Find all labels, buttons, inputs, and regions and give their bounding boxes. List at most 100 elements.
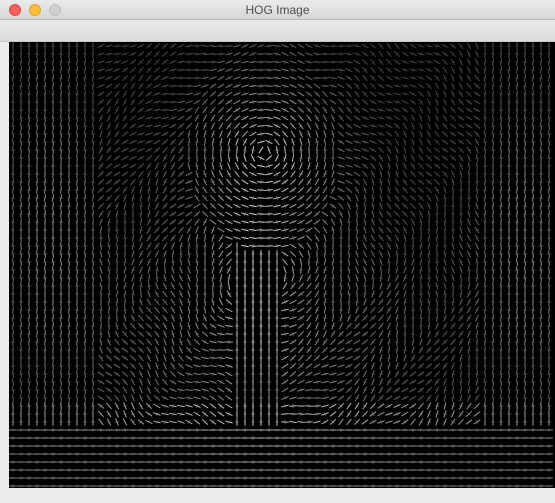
hog-cell-stroke xyxy=(330,277,336,279)
hog-cell-stroke xyxy=(252,203,254,209)
hog-cell-stroke xyxy=(90,77,96,79)
hog-cell-stroke xyxy=(210,300,216,304)
hog-cell-stroke xyxy=(122,188,128,192)
hog-cell-stroke xyxy=(322,165,328,167)
hog-cell-stroke xyxy=(403,83,407,89)
hog-cell-stroke xyxy=(50,189,56,191)
hog-cell-stroke xyxy=(58,317,64,319)
hog-cell-stroke xyxy=(42,213,48,215)
hog-cell-stroke xyxy=(427,51,431,57)
hog-cell-stroke xyxy=(82,141,88,143)
hog-cell-stroke xyxy=(283,179,287,185)
hog-cell-stroke xyxy=(10,309,16,311)
hog-cell-stroke xyxy=(307,83,311,89)
hog-cell-stroke xyxy=(355,155,359,161)
hog-cell-stroke xyxy=(490,189,496,191)
hog-cell-stroke xyxy=(450,180,456,184)
hog-cell-stroke xyxy=(322,301,328,303)
hog-cell-stroke xyxy=(482,189,488,191)
hog-cell-stroke xyxy=(42,261,48,263)
hog-cell-stroke xyxy=(403,107,407,113)
title-bar[interactable]: HOG Image xyxy=(0,0,555,20)
hog-cell-stroke xyxy=(58,189,64,191)
hog-cell-stroke xyxy=(458,228,464,232)
hog-cell-stroke xyxy=(506,125,512,127)
hog-cell-stroke xyxy=(194,316,200,320)
hog-cell-stroke xyxy=(123,171,127,177)
hog-cell-stroke xyxy=(218,164,224,168)
hog-cell-stroke xyxy=(354,205,360,207)
hog-cell-stroke xyxy=(10,269,16,271)
hog-cell-stroke xyxy=(58,261,64,263)
hog-cell-stroke xyxy=(34,61,40,63)
hog-cell-stroke xyxy=(156,107,158,113)
hog-cell-stroke xyxy=(106,301,112,303)
hog-cell-stroke xyxy=(490,133,496,135)
hog-cell-stroke xyxy=(482,253,488,255)
hog-cell-stroke xyxy=(114,245,120,247)
hog-cell-stroke xyxy=(58,77,64,79)
hog-cell-stroke xyxy=(58,133,64,135)
hog-cell-stroke xyxy=(403,91,407,97)
hog-cell-stroke xyxy=(522,141,528,143)
hog-cell-stroke xyxy=(18,149,24,151)
hog-cell-stroke xyxy=(498,61,504,63)
hog-cell-stroke xyxy=(426,237,432,239)
hog-cell-stroke xyxy=(546,317,552,319)
hog-cell-stroke xyxy=(58,253,64,255)
hog-cell-stroke xyxy=(147,123,151,129)
hog-cell-stroke xyxy=(10,317,16,319)
hog-cell-stroke xyxy=(418,220,424,224)
hog-cell-stroke xyxy=(90,309,96,311)
hog-cell-stroke xyxy=(244,67,246,73)
hog-cell-stroke xyxy=(106,204,112,208)
hog-cell-stroke xyxy=(194,237,200,239)
hog-cell-stroke xyxy=(340,67,342,73)
hog-cell-stroke xyxy=(138,276,144,280)
hog-cell-stroke xyxy=(426,253,432,255)
hog-cell-stroke xyxy=(322,292,328,296)
hog-cell-stroke xyxy=(210,277,216,279)
hog-cell-stroke xyxy=(123,51,127,57)
hog-cell-stroke xyxy=(394,172,400,176)
toolbar xyxy=(0,20,555,42)
hog-cell-stroke xyxy=(146,205,152,207)
hog-cell-stroke xyxy=(419,67,423,73)
hog-cell-stroke xyxy=(154,269,160,271)
hog-cell-stroke xyxy=(403,75,407,81)
hog-cell-stroke xyxy=(235,67,239,73)
hog-cell-stroke xyxy=(82,205,88,207)
hog-cell-stroke xyxy=(138,76,144,80)
hog-cell-stroke xyxy=(171,67,175,73)
hog-cell-stroke xyxy=(506,141,512,143)
hog-cell-stroke xyxy=(498,205,504,207)
hog-cell-stroke xyxy=(114,293,120,295)
hog-cell-stroke xyxy=(411,75,415,81)
hog-cell-stroke xyxy=(354,301,360,303)
hog-cell-stroke xyxy=(26,205,32,207)
hog-cell-stroke xyxy=(50,61,56,63)
hog-cell-stroke xyxy=(450,244,456,248)
hog-cell-stroke xyxy=(442,197,448,199)
hog-cell-stroke xyxy=(546,205,552,207)
hog-cell-stroke xyxy=(434,317,440,319)
hog-cell-stroke xyxy=(115,75,119,81)
hog-cell-stroke xyxy=(530,77,536,79)
hog-cell-stroke xyxy=(82,325,88,327)
hog-cell-stroke xyxy=(426,245,432,247)
hog-image-canvas[interactable] xyxy=(9,42,555,488)
hog-cell-stroke xyxy=(522,205,528,207)
hog-cell-stroke xyxy=(314,164,320,168)
hog-cell-stroke xyxy=(394,316,400,320)
hog-cell-stroke xyxy=(74,69,80,71)
hog-cell-stroke xyxy=(106,252,112,256)
hog-cell-stroke xyxy=(235,43,239,49)
hog-cell-stroke xyxy=(378,172,384,176)
hog-cell-stroke xyxy=(490,325,496,327)
hog-cell-stroke xyxy=(98,164,104,168)
hog-cell-stroke xyxy=(330,253,336,255)
hog-cell-stroke xyxy=(418,269,424,271)
hog-cell-stroke xyxy=(482,61,488,63)
hog-cell-stroke xyxy=(299,203,303,209)
hog-cell-stroke xyxy=(442,188,448,192)
